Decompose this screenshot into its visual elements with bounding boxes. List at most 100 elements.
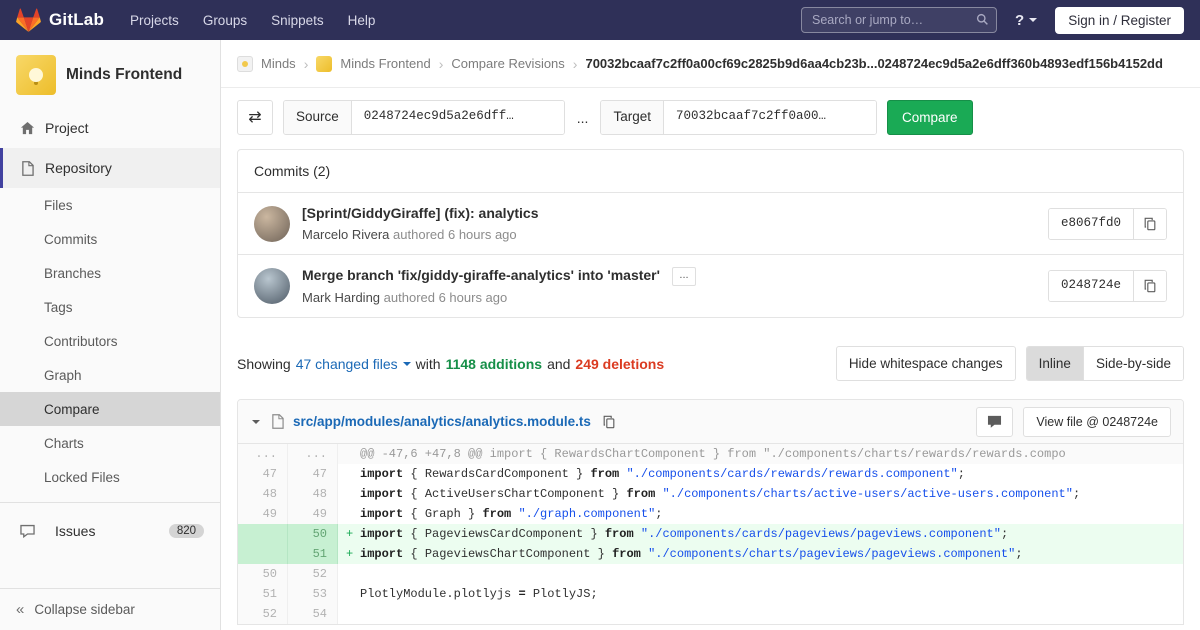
sidebar-nav: Project Repository Files Commits Branche… bbox=[0, 108, 220, 551]
diff-code-line bbox=[338, 604, 1183, 624]
expand-commit-message-button[interactable]: ... bbox=[672, 267, 696, 286]
new-line-number[interactable]: 48 bbox=[288, 484, 338, 504]
breadcrumb: Minds › Minds Frontend › Compare Revisio… bbox=[221, 40, 1200, 88]
sidebar-item-commits[interactable]: Commits bbox=[0, 222, 220, 256]
code-token: from bbox=[482, 507, 512, 521]
code-token: from bbox=[612, 547, 641, 561]
new-line-number[interactable]: 50 bbox=[288, 524, 338, 544]
hide-whitespace-button[interactable]: Hide whitespace changes bbox=[835, 346, 1016, 381]
commit-sha-link[interactable]: 0248724e bbox=[1048, 271, 1134, 301]
side-by-side-view-button[interactable]: Side-by-side bbox=[1082, 347, 1183, 380]
navbar-right: ? Sign in / Register bbox=[801, 6, 1184, 34]
collapse-diff-button[interactable] bbox=[250, 418, 262, 426]
code-token: from bbox=[626, 487, 656, 501]
sidebar-item-graph[interactable]: Graph bbox=[0, 358, 220, 392]
sidebar-item-contributors[interactable]: Contributors bbox=[0, 324, 220, 358]
project-title: Minds Frontend bbox=[66, 66, 183, 83]
with-label: with bbox=[415, 355, 441, 372]
breadcrumb-group-link[interactable]: Minds bbox=[261, 56, 296, 71]
sidebar-item-locked-files[interactable]: Locked Files bbox=[0, 460, 220, 494]
toggle-comments-button[interactable] bbox=[976, 406, 1014, 437]
old-line-number[interactable]: 50 bbox=[238, 564, 288, 584]
target-ref-dropdown[interactable]: 70032bcaaf7c2ff0a00… bbox=[663, 101, 876, 134]
lightbulb-icon bbox=[29, 68, 43, 82]
gitlab-home-link[interactable]: GitLab bbox=[16, 8, 104, 33]
nav-groups[interactable]: Groups bbox=[203, 3, 247, 38]
new-line-number[interactable]: 54 bbox=[288, 604, 338, 624]
primary-nav: Projects Groups Snippets Help bbox=[130, 3, 375, 38]
new-line-number[interactable]: 49 bbox=[288, 504, 338, 524]
old-line-number[interactable]: 47 bbox=[238, 464, 288, 484]
copy-icon bbox=[1144, 217, 1156, 230]
commit-title-link[interactable]: Merge branch 'fix/giddy-giraffe-analytic… bbox=[302, 267, 660, 283]
changed-files-dropdown[interactable]: 47 changed files bbox=[296, 356, 411, 372]
diff-file-path-link[interactable]: src/app/modules/analytics/analytics.modu… bbox=[293, 414, 591, 429]
document-icon bbox=[19, 160, 35, 176]
new-line-number[interactable]: 52 bbox=[288, 564, 338, 584]
sidebar-item-repository[interactable]: Repository bbox=[0, 148, 220, 188]
copy-file-path-button[interactable] bbox=[600, 413, 618, 431]
swap-revisions-button[interactable]: ⇄ bbox=[237, 100, 273, 135]
sidebar-item-tags[interactable]: Tags bbox=[0, 290, 220, 324]
diff-line: 51 53 PlotlyModule.plotlyjs = PlotlyJS; bbox=[238, 584, 1183, 604]
new-line-number[interactable]: 53 bbox=[288, 584, 338, 604]
sidebar-item-files[interactable]: Files bbox=[0, 188, 220, 222]
avatar[interactable] bbox=[254, 268, 290, 304]
copy-sha-button[interactable] bbox=[1134, 271, 1166, 301]
chevron-down-icon bbox=[1029, 18, 1038, 22]
help-dropdown[interactable]: ? bbox=[1015, 12, 1038, 29]
collapse-sidebar-button[interactable]: « Collapse sidebar bbox=[0, 588, 220, 630]
search-input[interactable] bbox=[801, 7, 998, 33]
commits-panel-header: Commits (2) bbox=[238, 150, 1183, 193]
old-line-number[interactable]: 49 bbox=[238, 504, 288, 524]
compare-button[interactable]: Compare bbox=[886, 100, 973, 135]
new-line-number[interactable]: ... bbox=[288, 444, 338, 464]
nav-projects[interactable]: Projects bbox=[130, 3, 179, 38]
diff-code-line: + import { PageviewsChartComponent } from… bbox=[338, 544, 1183, 564]
copy-sha-button[interactable] bbox=[1134, 208, 1166, 239]
old-line-number[interactable]: ... bbox=[238, 444, 288, 464]
commit-title-link[interactable]: [Sprint/GiddyGiraffe] (fix): analytics bbox=[302, 205, 538, 221]
collapse-sidebar-label: Collapse sidebar bbox=[34, 602, 135, 617]
commit-authored-time: authored 6 hours ago bbox=[383, 290, 508, 305]
code-token: { PageviewsChartComponent } bbox=[403, 547, 613, 561]
avatar[interactable] bbox=[254, 205, 290, 242]
target-ref-group: Target 70032bcaaf7c2ff0a00… bbox=[600, 100, 877, 135]
sidebar-item-charts[interactable]: Charts bbox=[0, 426, 220, 460]
commit-authored-time: authored 6 hours ago bbox=[393, 227, 517, 242]
old-line-number[interactable]: 51 bbox=[238, 584, 288, 604]
sidebar-item-compare[interactable]: Compare bbox=[0, 392, 220, 426]
old-line-number[interactable] bbox=[238, 544, 288, 564]
comment-icon bbox=[988, 415, 1002, 428]
new-line-number[interactable]: 47 bbox=[288, 464, 338, 484]
old-line-number[interactable]: 48 bbox=[238, 484, 288, 504]
breadcrumb-project-link[interactable]: Minds Frontend bbox=[340, 56, 430, 71]
source-ref-dropdown[interactable]: 0248724ec9d5a2e6dff… bbox=[351, 101, 564, 134]
nav-snippets[interactable]: Snippets bbox=[271, 3, 324, 38]
sidebar-project-header[interactable]: Minds Frontend bbox=[0, 40, 220, 108]
additions-count: 1148 additions bbox=[445, 355, 543, 372]
old-line-number[interactable] bbox=[238, 524, 288, 544]
source-ref-group: Source 0248724ec9d5a2e6dff… bbox=[283, 100, 565, 135]
diff-code-line: PlotlyModule.plotlyjs = PlotlyJS; bbox=[338, 584, 1183, 604]
sidebar-item-project[interactable]: Project bbox=[0, 108, 220, 148]
inline-view-button[interactable]: Inline bbox=[1026, 347, 1083, 380]
sign-in-button[interactable]: Sign in / Register bbox=[1055, 6, 1184, 34]
sidebar-item-issues[interactable]: Issues 820 bbox=[0, 511, 220, 551]
breadcrumb-compare-link[interactable]: Compare Revisions bbox=[451, 56, 564, 71]
old-line-number[interactable]: 52 bbox=[238, 604, 288, 624]
issues-count-badge: 820 bbox=[168, 524, 204, 538]
commit-sha-link[interactable]: e8067fd0 bbox=[1048, 208, 1134, 239]
view-file-button[interactable]: View file @ 0248724e bbox=[1023, 406, 1171, 437]
sidebar-item-branches[interactable]: Branches bbox=[0, 256, 220, 290]
diff-code-line: import { RewardsCardComponent } from "./… bbox=[338, 464, 1183, 484]
new-line-number[interactable]: 51 bbox=[288, 544, 338, 564]
diff-line: 51 + import { PageviewsChartComponent } fr… bbox=[238, 544, 1183, 564]
commit-author-link[interactable]: Marcelo Rivera bbox=[302, 227, 389, 242]
breadcrumb-separator: › bbox=[572, 55, 578, 72]
nav-help[interactable]: Help bbox=[348, 3, 376, 38]
source-label: Source bbox=[284, 101, 352, 134]
commit-author-link[interactable]: Mark Harding bbox=[302, 290, 380, 305]
